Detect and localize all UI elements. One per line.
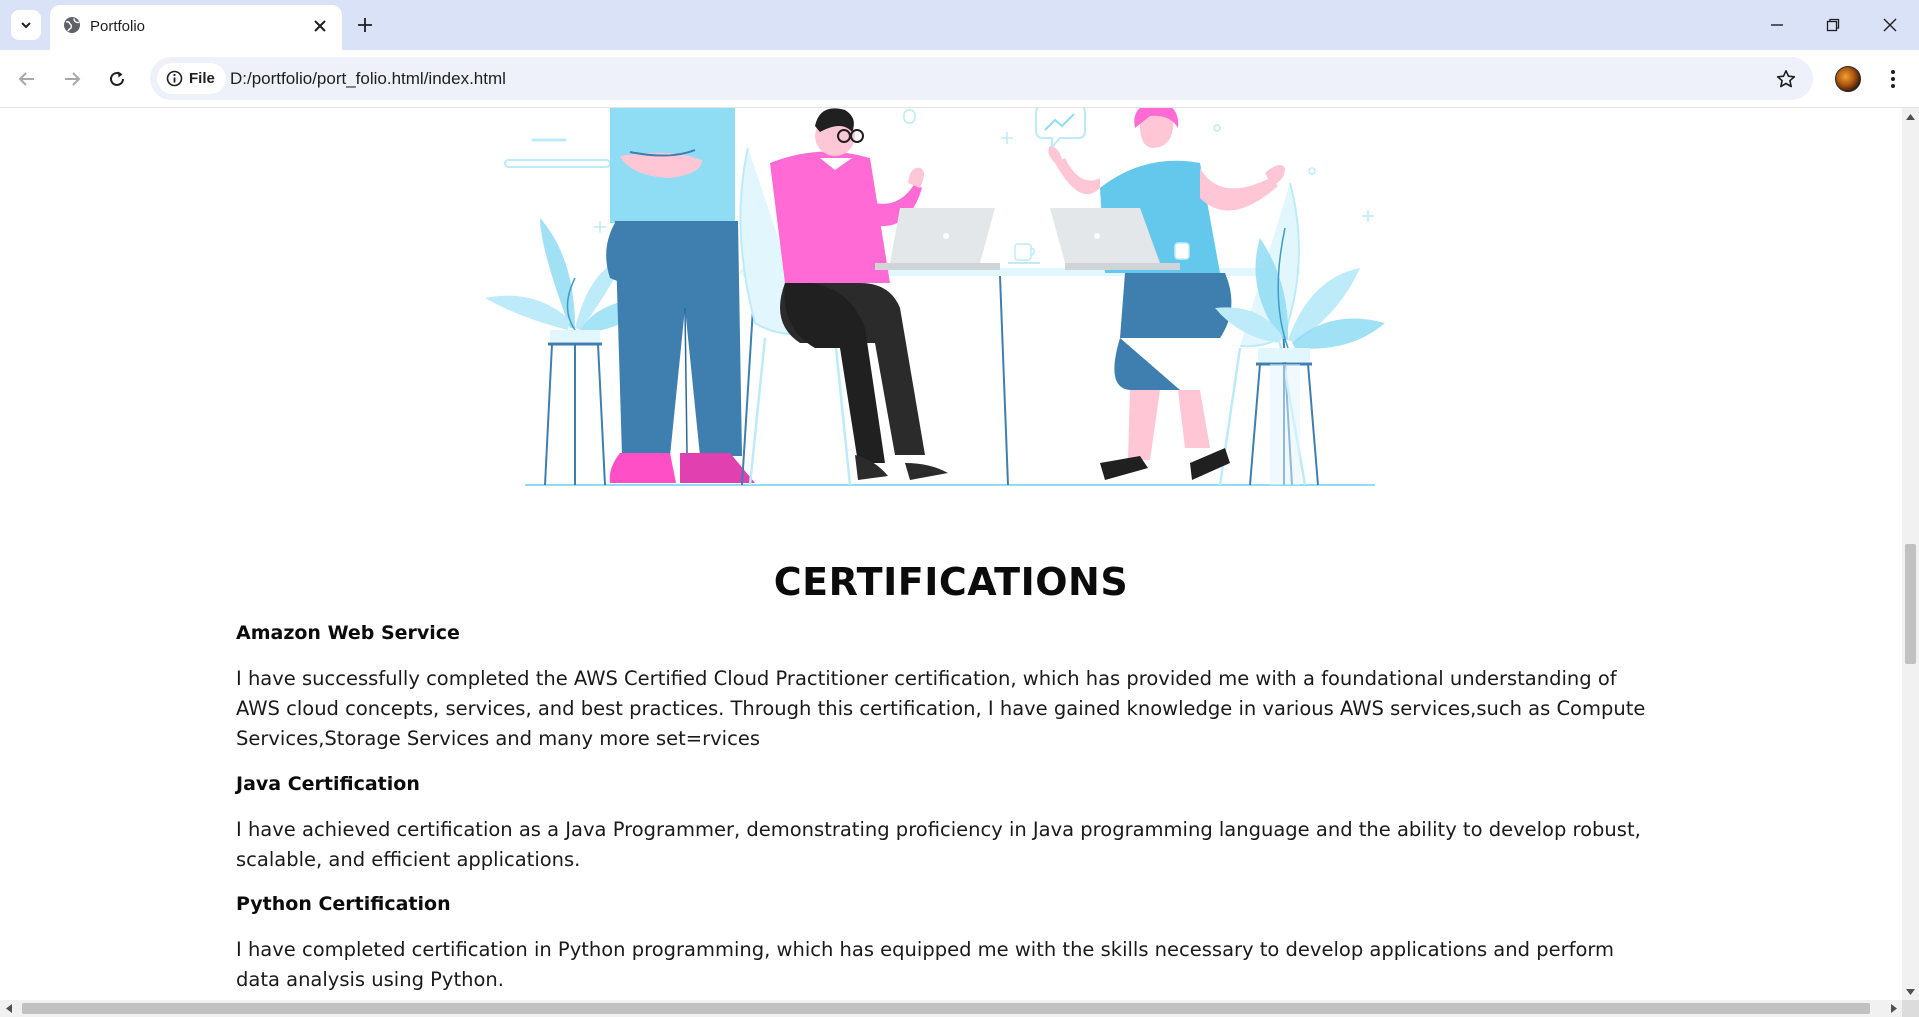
more-vertical-icon bbox=[1891, 70, 1895, 88]
restore-button[interactable] bbox=[1818, 10, 1848, 40]
minimize-button[interactable] bbox=[1762, 10, 1792, 40]
cert-heading: Amazon Web Service bbox=[236, 622, 460, 644]
restore-icon bbox=[1826, 18, 1840, 32]
tab-close-button[interactable] bbox=[308, 14, 332, 38]
bookmark-button[interactable] bbox=[1773, 66, 1799, 92]
close-icon bbox=[1883, 18, 1897, 32]
cert-description: I have completed certification in Python… bbox=[236, 938, 1615, 991]
new-tab-button[interactable] bbox=[350, 10, 380, 40]
cert-description: I have achieved certification as a Java … bbox=[236, 818, 1641, 871]
reload-button[interactable] bbox=[101, 63, 133, 95]
arrow-right-icon bbox=[65, 72, 81, 86]
profile-avatar[interactable] bbox=[1835, 66, 1861, 92]
close-icon bbox=[314, 20, 326, 32]
reload-icon bbox=[110, 71, 124, 86]
triangle-right-icon bbox=[1890, 1004, 1897, 1013]
site-info-chip[interactable]: File bbox=[157, 63, 226, 94]
globe-icon bbox=[64, 17, 80, 33]
tab-search-button[interactable] bbox=[11, 10, 41, 40]
forward-button[interactable] bbox=[56, 63, 88, 95]
url-text[interactable]: D:/portfolio/port_folio.html/index.html bbox=[230, 69, 506, 89]
tab-portfolio[interactable]: Portfolio bbox=[50, 5, 342, 50]
minimize-icon bbox=[1771, 24, 1783, 26]
horizontal-scrollbar[interactable] bbox=[0, 1000, 1902, 1017]
scroll-right-button[interactable] bbox=[1885, 1000, 1902, 1017]
arrow-left-icon bbox=[18, 72, 34, 86]
scroll-left-button[interactable] bbox=[0, 1000, 17, 1017]
cert-aws: Amazon Web Service I have successfully c… bbox=[236, 622, 1656, 754]
info-icon bbox=[166, 70, 183, 87]
triangle-up-icon bbox=[1906, 113, 1915, 120]
star-icon bbox=[1776, 70, 1796, 88]
cert-description: I have successfully completed the AWS Ce… bbox=[236, 667, 1646, 750]
cert-heading: Java Certification bbox=[236, 773, 420, 795]
browser-toolbar: File D:/portfolio/port_folio.html/index.… bbox=[0, 50, 1919, 108]
page-viewport: CERTIFICATIONS Amazon Web Service I have… bbox=[0, 108, 1902, 1000]
cert-python: Python Certification I have completed ce… bbox=[236, 893, 1656, 995]
triangle-down-icon bbox=[1906, 988, 1915, 995]
chevron-down-icon bbox=[21, 22, 31, 29]
back-button[interactable] bbox=[11, 63, 43, 95]
scroll-down-button[interactable] bbox=[1902, 983, 1919, 1000]
triangle-left-icon bbox=[5, 1004, 12, 1013]
address-bar[interactable]: File D:/portfolio/port_folio.html/index.… bbox=[150, 57, 1813, 100]
horizontal-scrollbar-thumb[interactable] bbox=[22, 1003, 1870, 1014]
scroll-up-button[interactable] bbox=[1902, 108, 1919, 125]
cert-java: Java Certification I have achieved certi… bbox=[236, 773, 1656, 875]
close-window-button[interactable] bbox=[1875, 10, 1905, 40]
team-meeting-illustration bbox=[485, 108, 1385, 486]
site-info-label: File bbox=[189, 70, 215, 87]
vertical-scrollbar-thumb[interactable] bbox=[1905, 544, 1916, 664]
plus-icon bbox=[358, 18, 372, 32]
tab-strip: Portfolio bbox=[0, 0, 1919, 50]
certifications-title: CERTIFICATIONS bbox=[773, 560, 1129, 604]
browser-menu-button[interactable] bbox=[1880, 63, 1906, 95]
vertical-scrollbar[interactable] bbox=[1902, 108, 1919, 1000]
scrollbar-corner bbox=[1902, 1000, 1919, 1017]
tab-title: Portfolio bbox=[90, 18, 146, 35]
cert-heading: Python Certification bbox=[236, 893, 451, 915]
